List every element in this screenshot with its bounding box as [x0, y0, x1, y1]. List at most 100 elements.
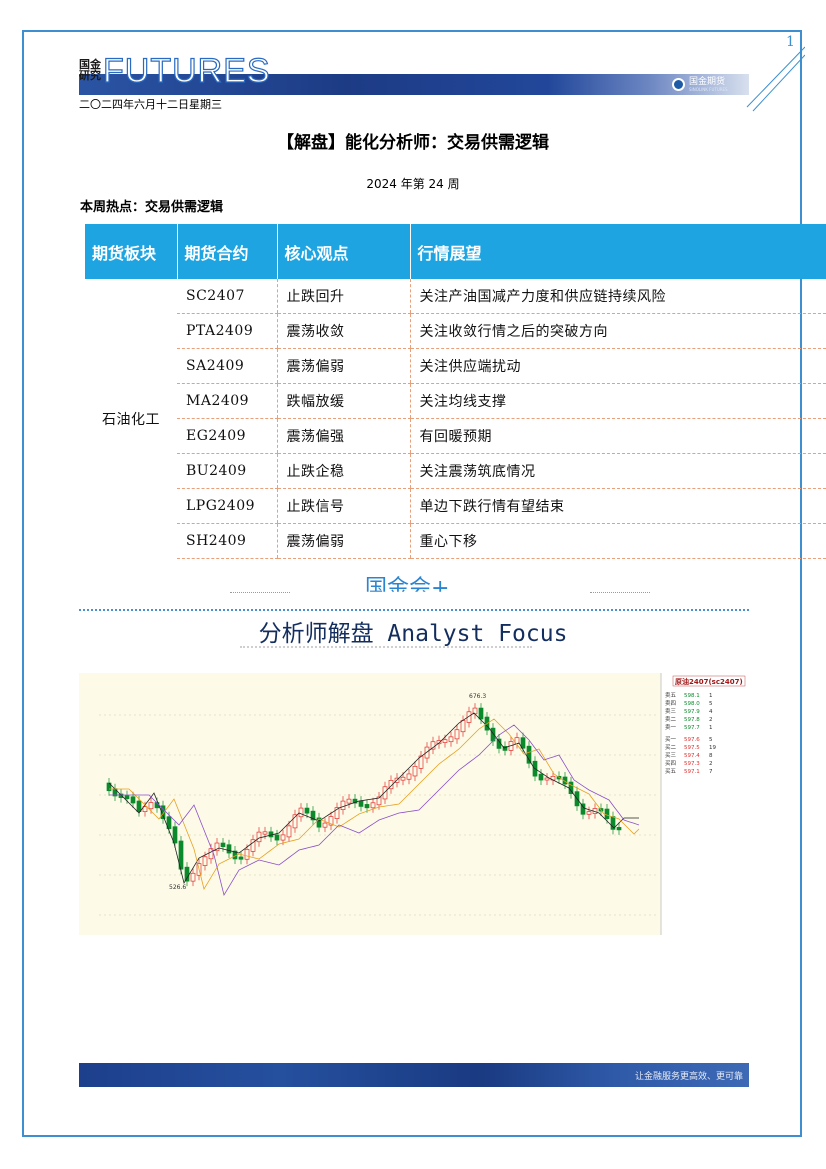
candle-body: [604, 808, 610, 819]
dotted-decoration-left: [230, 592, 290, 593]
candle-body: [202, 856, 208, 866]
table-row: MA2409 跌幅放缓 关注均线支撑: [85, 383, 826, 419]
brand-logo: 国金期货 SINOLINK FUTURES: [672, 76, 728, 93]
quote-cell: 买二: [665, 743, 677, 751]
candle-body: [274, 834, 280, 841]
view-cell: 震荡偏强: [276, 418, 410, 454]
contract-cell: LPG2409: [177, 488, 277, 524]
table-row: EG2409 震荡偏强 有回暖预期: [85, 418, 826, 454]
view-cell: 止跌回升: [276, 279, 410, 314]
quote-cell: 597.5: [684, 745, 700, 751]
header-sector: 期货板块: [85, 224, 177, 279]
candle-body: [442, 739, 448, 743]
table-row: BU2409 止跌企稳 关注震荡筑底情况: [85, 453, 826, 489]
report-title: 【解盘】能化分析师：交易供需逻辑: [277, 133, 549, 153]
view-cell: 震荡收敛: [276, 313, 410, 349]
candle-body: [124, 795, 130, 800]
quote-cell: 2: [709, 761, 713, 767]
report-week: 2024 年第 24 周: [366, 177, 460, 191]
quote-cell: 598.1: [684, 693, 700, 699]
outlook-cell: 关注产油国减产力度和供应链持续风险: [409, 279, 826, 314]
candle-body: [460, 720, 466, 733]
candle-body: [172, 826, 178, 844]
header-outlook: 行情展望: [409, 224, 826, 279]
sector-cell: 石油化工: [102, 411, 160, 428]
quote-cell: 卖五: [665, 692, 677, 699]
quote-cell: 卖四: [665, 700, 676, 707]
contract-cell: EG2409: [177, 418, 277, 454]
section-title: 分析师解盘 Analyst Focus: [258, 621, 568, 647]
quote-cell: 597.6: [684, 737, 700, 743]
quote-cell: 597.8: [684, 717, 700, 723]
candle-body: [262, 831, 268, 835]
table-header-row: 期货板块 期货合约 核心观点 行情展望: [85, 224, 826, 279]
contract-cell: PTA2409: [177, 313, 277, 349]
candle-body: [298, 807, 304, 818]
quote-cell: 5: [709, 737, 713, 743]
quote-cell: 买四: [665, 759, 676, 767]
outlook-cell: 重心下移: [409, 523, 826, 559]
quote-cell: 1: [709, 693, 713, 699]
candle-body: [364, 804, 370, 809]
footer-banner: 让金融服务更高效、更可靠: [79, 1063, 749, 1087]
table-row: SA2409 震荡偏弱 关注供应端扰动: [85, 348, 826, 384]
report-date: 二〇二四年六月十二日星期三: [79, 98, 222, 111]
footer-slogan: 让金融服务更高效、更可靠: [634, 1072, 743, 1082]
candle-body: [478, 707, 484, 720]
quote-cell: 卖二: [665, 716, 677, 723]
candle-body: [412, 765, 418, 777]
outlook-cell: 关注震荡筑底情况: [409, 453, 826, 489]
candle-body: [448, 736, 454, 743]
quote-cell: 19: [709, 745, 716, 751]
dotted-decoration-right: [590, 592, 650, 593]
quote-cell: 598.0: [684, 701, 700, 707]
candle-body: [346, 798, 352, 804]
section-title-underline: [240, 646, 532, 651]
quote-cell: 买五: [665, 767, 677, 775]
candle-body: [586, 811, 592, 815]
candle-body: [340, 800, 346, 811]
candle-body: [370, 802, 376, 809]
view-cell: 震荡偏弱: [276, 348, 410, 384]
quote-cell: 597.1: [684, 769, 700, 775]
contract-cell: SH2409: [177, 523, 277, 559]
candle-body: [238, 856, 244, 860]
logo-futures: FUTURES: [102, 52, 271, 90]
quote-cell: 597.7: [684, 725, 700, 731]
quote-cell: 2: [709, 717, 713, 723]
hot-topic: 本周热点：交易供需逻辑: [80, 200, 224, 215]
view-cell: 止跌信号: [276, 488, 410, 524]
contract-cell: SC2407: [177, 279, 277, 314]
candle-body: [190, 872, 196, 882]
candle-body: [148, 802, 154, 810]
quote-cell: 597.9: [684, 709, 700, 715]
contract-cell: SA2409: [177, 348, 277, 384]
table-row: PTA2409 震荡收敛 关注收敛行情之后的突破方向: [85, 313, 826, 349]
contract-cell: MA2409: [177, 383, 277, 419]
quote-cell: 1: [709, 725, 713, 731]
quote-cell: 5: [709, 701, 713, 707]
quote-cell: 597.3: [684, 761, 700, 767]
candle-body: [220, 842, 226, 848]
quote-cell: 597.4: [684, 753, 700, 759]
contract-cell: BU2409: [177, 453, 277, 489]
candle-body: [226, 844, 232, 854]
futures-table: 期货板块 期货合约 核心观点 行情展望 石油化工 SC2407 止跌回升 关注产…: [85, 224, 826, 559]
corner-decoration: [746, 46, 805, 112]
table-row: LPG2409 止跌信号 单边下跌行情有望结束: [85, 488, 826, 524]
brand-circle-icon: [672, 78, 685, 91]
candle-body: [454, 729, 460, 740]
candle-body: [304, 807, 310, 814]
candle-body: [616, 827, 622, 831]
quote-cell: 卖三: [665, 708, 677, 715]
quote-panel-title: 原油2407(sc2407): [675, 677, 743, 686]
candle-body: [130, 796, 136, 804]
quote-cell: 8: [709, 753, 713, 759]
outlook-cell: 单边下跌行情有望结束: [409, 488, 826, 524]
candle-body: [256, 831, 262, 843]
outlook-cell: 关注供应端扰动: [409, 348, 826, 384]
candle-body: [544, 777, 550, 781]
quote-cell: 买三: [665, 751, 677, 759]
section-divider: [79, 609, 749, 611]
logo-text-2: 研究: [79, 69, 101, 82]
